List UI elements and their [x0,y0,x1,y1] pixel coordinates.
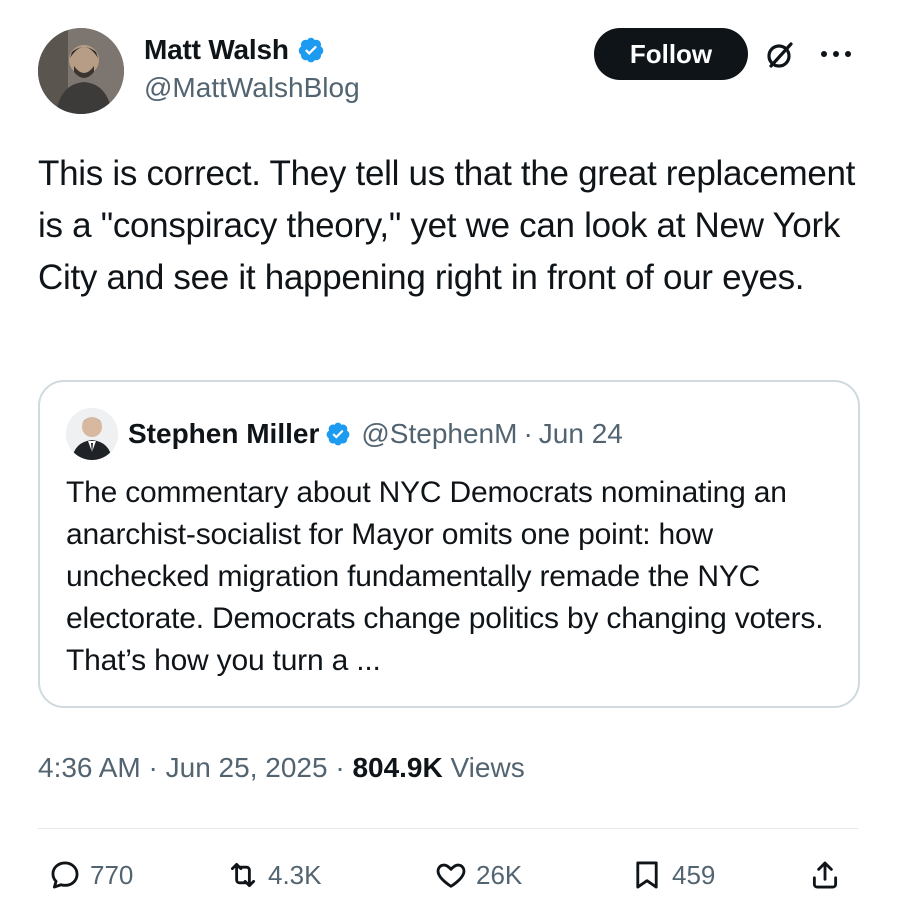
verified-badge-icon [298,37,324,63]
like-button[interactable]: 26K [434,858,522,892]
bookmark-button[interactable]: 459 [630,858,715,892]
post-date[interactable]: Jun 25, 2025 [166,752,328,783]
tweet-header: Matt Walsh @MattWalshBlog Follow [38,28,870,118]
like-count: 26K [476,859,523,890]
post-time[interactable]: 4:36 AM [38,752,141,783]
share-button[interactable] [808,858,842,892]
author-name-block: Matt Walsh @MattWalshBlog [144,34,360,104]
share-icon [812,861,838,889]
quoted-tweet-header: Stephen Miller @StephenM · Jun 24 [66,408,623,460]
reply-icon [51,861,79,889]
quoted-date: Jun 24 [538,418,623,449]
quoted-author-display-name: Stephen Miller [128,418,320,449]
avatar-image [38,28,124,114]
views-label: Views [450,752,525,783]
repost-button[interactable]: 4.3K [226,858,322,892]
quoted-avatar-image [66,408,118,460]
author-display-name[interactable]: Matt Walsh [144,34,289,66]
grok-icon[interactable] [765,40,795,70]
meta-separator-2: · [335,752,345,783]
quoted-author-handle: @StephenM [361,418,518,449]
author-handle[interactable]: @MattWalshBlog [144,72,360,104]
reply-button[interactable]: 770 [48,858,133,892]
reply-count: 770 [90,859,134,890]
tweet-text: This is correct. They tell us that the g… [38,154,856,297]
quoted-tweet[interactable]: Stephen Miller @StephenM · Jun 24 The co… [38,380,860,708]
repost-count: 4.3K [268,859,322,890]
quoted-separator: · [523,418,533,449]
like-icon [436,863,466,888]
meta-separator-1: · [148,752,158,783]
author-avatar[interactable] [38,28,124,114]
views-count: 804.9K [352,752,443,783]
bookmark-count: 459 [672,859,716,890]
action-bar: 770 4.3K 26K 459 [48,858,858,908]
quoted-author-avatar [66,408,118,460]
bookmark-icon [636,861,658,889]
repost-icon [230,862,256,888]
more-icon[interactable] [816,42,856,66]
follow-button[interactable]: Follow [594,28,748,80]
tweet: Matt Walsh @MattWalshBlog Follow This is… [0,0,900,908]
quoted-verified-badge-icon [327,422,350,446]
divider [38,828,858,829]
tweet-meta: 4:36 AM · Jun 25, 2025 · 804.9K Views [38,752,525,784]
quoted-tweet-text: The commentary about NYC Democrats nomin… [66,476,824,677]
